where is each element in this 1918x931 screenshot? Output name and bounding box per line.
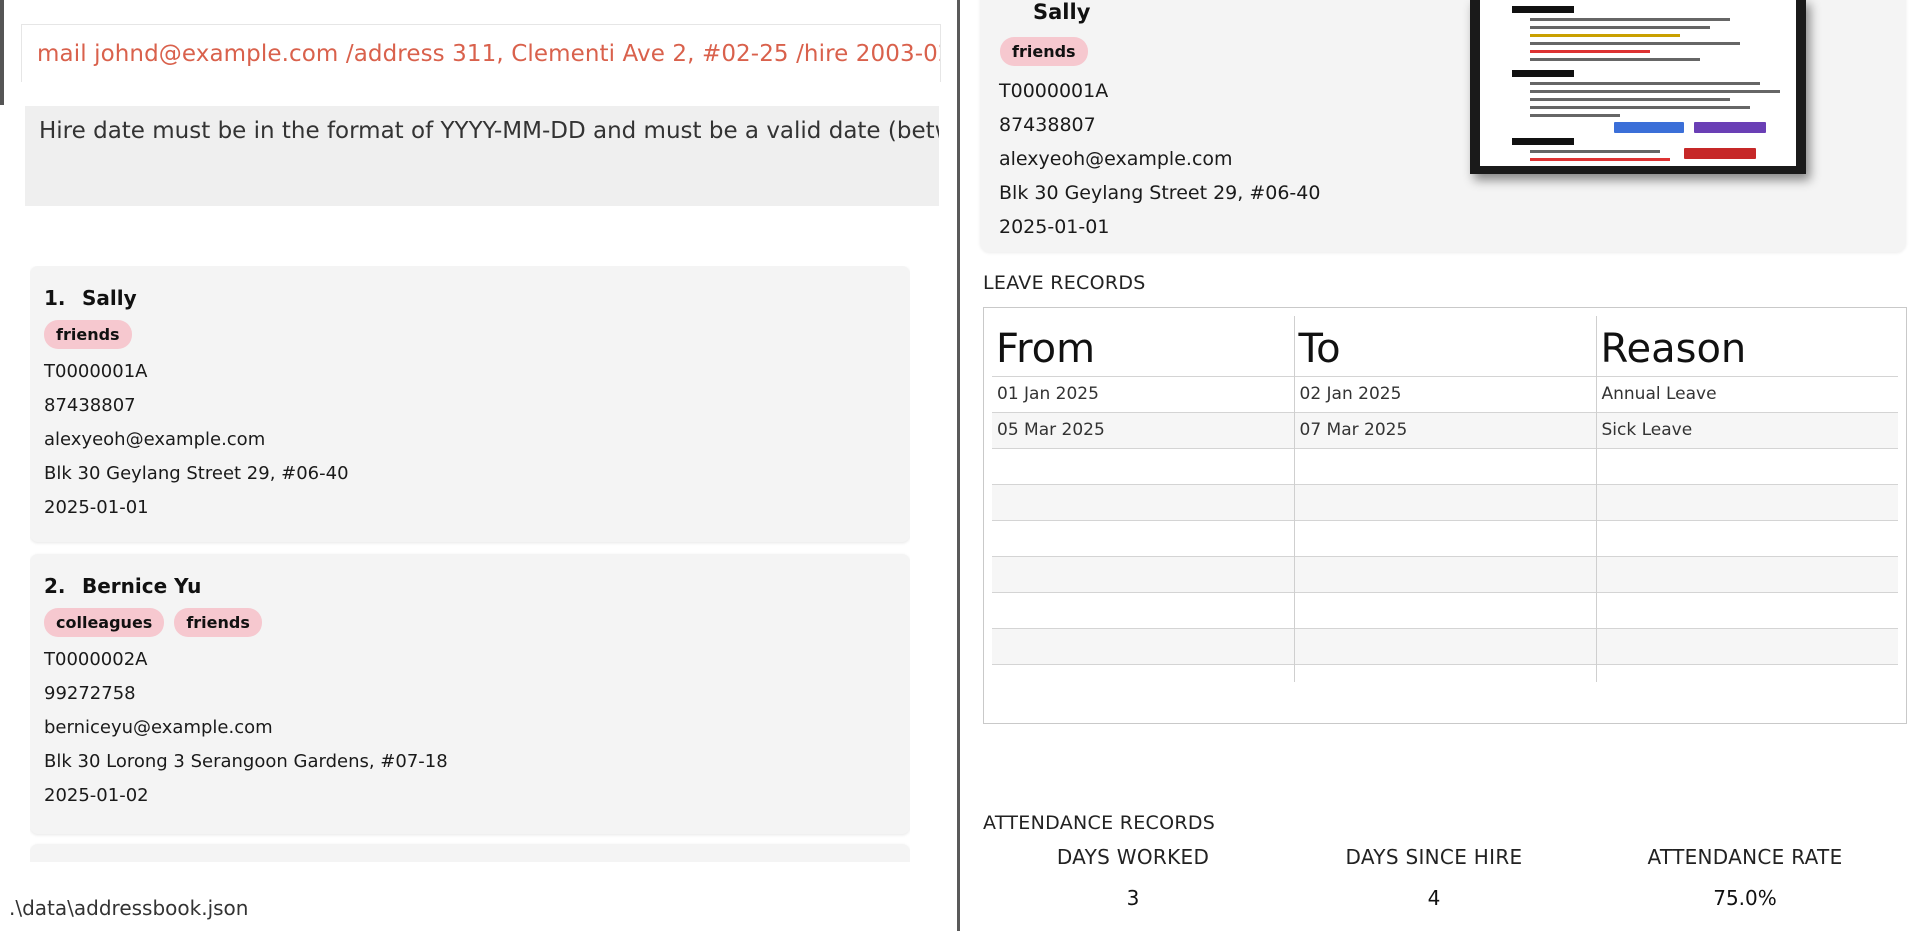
left-pane: mail johnd@example.com /address 311, Cle…: [0, 0, 958, 931]
leave-reason: Annual Leave: [1596, 375, 1898, 412]
command-input[interactable]: mail johnd@example.com /address 311, Cle…: [21, 24, 941, 82]
table-row-empty: [992, 519, 1898, 556]
table-row-empty: [992, 483, 1898, 520]
person-address: Blk 30 Lorong 3 Serangoon Gardens, #07-1…: [44, 751, 448, 772]
person-name: Bernice Yu: [82, 574, 202, 598]
days-worked-label: DAYS WORKED: [1056, 845, 1210, 869]
leave-records-title: LEAVE RECORDS: [983, 272, 1146, 294]
person-hire-date: 2025-01-02: [44, 785, 149, 806]
detail-name: Sally: [1033, 0, 1091, 24]
person-id: T0000002A: [44, 649, 148, 670]
person-detail-card: Sally friends T0000001A 87438807 alexyeo…: [980, 0, 1906, 252]
table-row-empty: [992, 663, 1898, 682]
detail-address: Blk 30 Geylang Street 29, #06-40: [999, 182, 1321, 204]
column-header-from[interactable]: From: [992, 316, 1295, 376]
person-index: 1.: [44, 286, 66, 310]
person-hire-date: 2025-01-01: [44, 497, 149, 518]
command-text[interactable]: mail johnd@example.com /address 311, Cle…: [37, 41, 940, 67]
person-phone: 87438807: [44, 395, 136, 416]
tag-list: colleagues friends: [44, 608, 896, 637]
person-card[interactable]: 2. Bernice Yu colleagues friends T000000…: [30, 554, 910, 834]
tag-badge: friends: [174, 608, 262, 637]
person-name: Sally: [82, 286, 137, 310]
person-email: alexyeoh@example.com: [44, 429, 266, 450]
tag-list: friends: [44, 320, 896, 349]
person-id: T0000001A: [44, 361, 148, 382]
column-header-reason[interactable]: Reason: [1596, 316, 1898, 376]
leave-reason: Sick Leave: [1596, 411, 1898, 448]
detail-phone: 87438807: [999, 114, 1096, 136]
right-pane: Sally friends T0000001A 87438807 alexyeo…: [960, 0, 1918, 931]
table-row[interactable]: 05 Mar 2025 07 Mar 2025 Sick Leave: [992, 411, 1898, 448]
leave-records-table[interactable]: From To Reason 01 Jan 2025 02 Jan 2025 A…: [983, 307, 1907, 724]
column-header-to[interactable]: To: [1294, 316, 1597, 376]
table-row-empty: [992, 627, 1898, 664]
window-edge: [0, 0, 4, 105]
person-index: 2.: [44, 574, 66, 598]
status-bar: .\data\addressbook.json: [0, 890, 958, 931]
tag-badge: friends: [1000, 37, 1088, 66]
days-since-hire-value: 4: [1427, 886, 1441, 910]
person-email: berniceyu@example.com: [44, 717, 273, 738]
leave-to: 02 Jan 2025: [1294, 375, 1597, 412]
save-location: .\data\addressbook.json: [9, 896, 249, 920]
table-row-empty: [992, 555, 1898, 592]
days-worked-value: 3: [1126, 886, 1140, 910]
detail-id: T0000001A: [999, 80, 1109, 102]
person-phone: 99272758: [44, 683, 136, 704]
attendance-rate-label: ATTENDANCE RATE: [1647, 845, 1843, 869]
person-card[interactable]: 1. Sally friends T0000001A 87438807 alex…: [30, 266, 910, 542]
detail-fields: T0000001A 87438807 alexyeoh@example.com …: [999, 74, 1320, 244]
days-since-hire-label: DAYS SINCE HIRE: [1345, 845, 1523, 869]
document-thumbnail-icon: [1470, 0, 1806, 174]
table-row[interactable]: 01 Jan 2025 02 Jan 2025 Annual Leave: [992, 375, 1898, 412]
tag-badge: colleagues: [44, 608, 165, 637]
table-row-empty: [992, 447, 1898, 484]
result-display: Hire date must be in the format of YYYY-…: [25, 106, 939, 206]
person-list[interactable]: 1. Sally friends T0000001A 87438807 alex…: [30, 266, 910, 862]
leave-from: 01 Jan 2025: [992, 375, 1295, 412]
detail-hire-date: 2025-01-01: [999, 216, 1110, 238]
person-address: Blk 30 Geylang Street 29, #06-40: [44, 463, 349, 484]
tag-badge: friends: [44, 320, 132, 349]
leave-to: 07 Mar 2025: [1294, 411, 1597, 448]
detail-tag-list: friends: [1000, 37, 1088, 66]
table-row-empty: [992, 591, 1898, 628]
leave-from: 05 Mar 2025: [992, 411, 1295, 448]
detail-email: alexyeoh@example.com: [999, 148, 1233, 170]
result-message: Hire date must be in the format of YYYY-…: [39, 118, 939, 144]
person-card[interactable]: [30, 844, 910, 862]
attendance-rate-value: 75.0%: [1713, 886, 1777, 910]
attendance-records-title: ATTENDANCE RECORDS: [983, 812, 1216, 834]
